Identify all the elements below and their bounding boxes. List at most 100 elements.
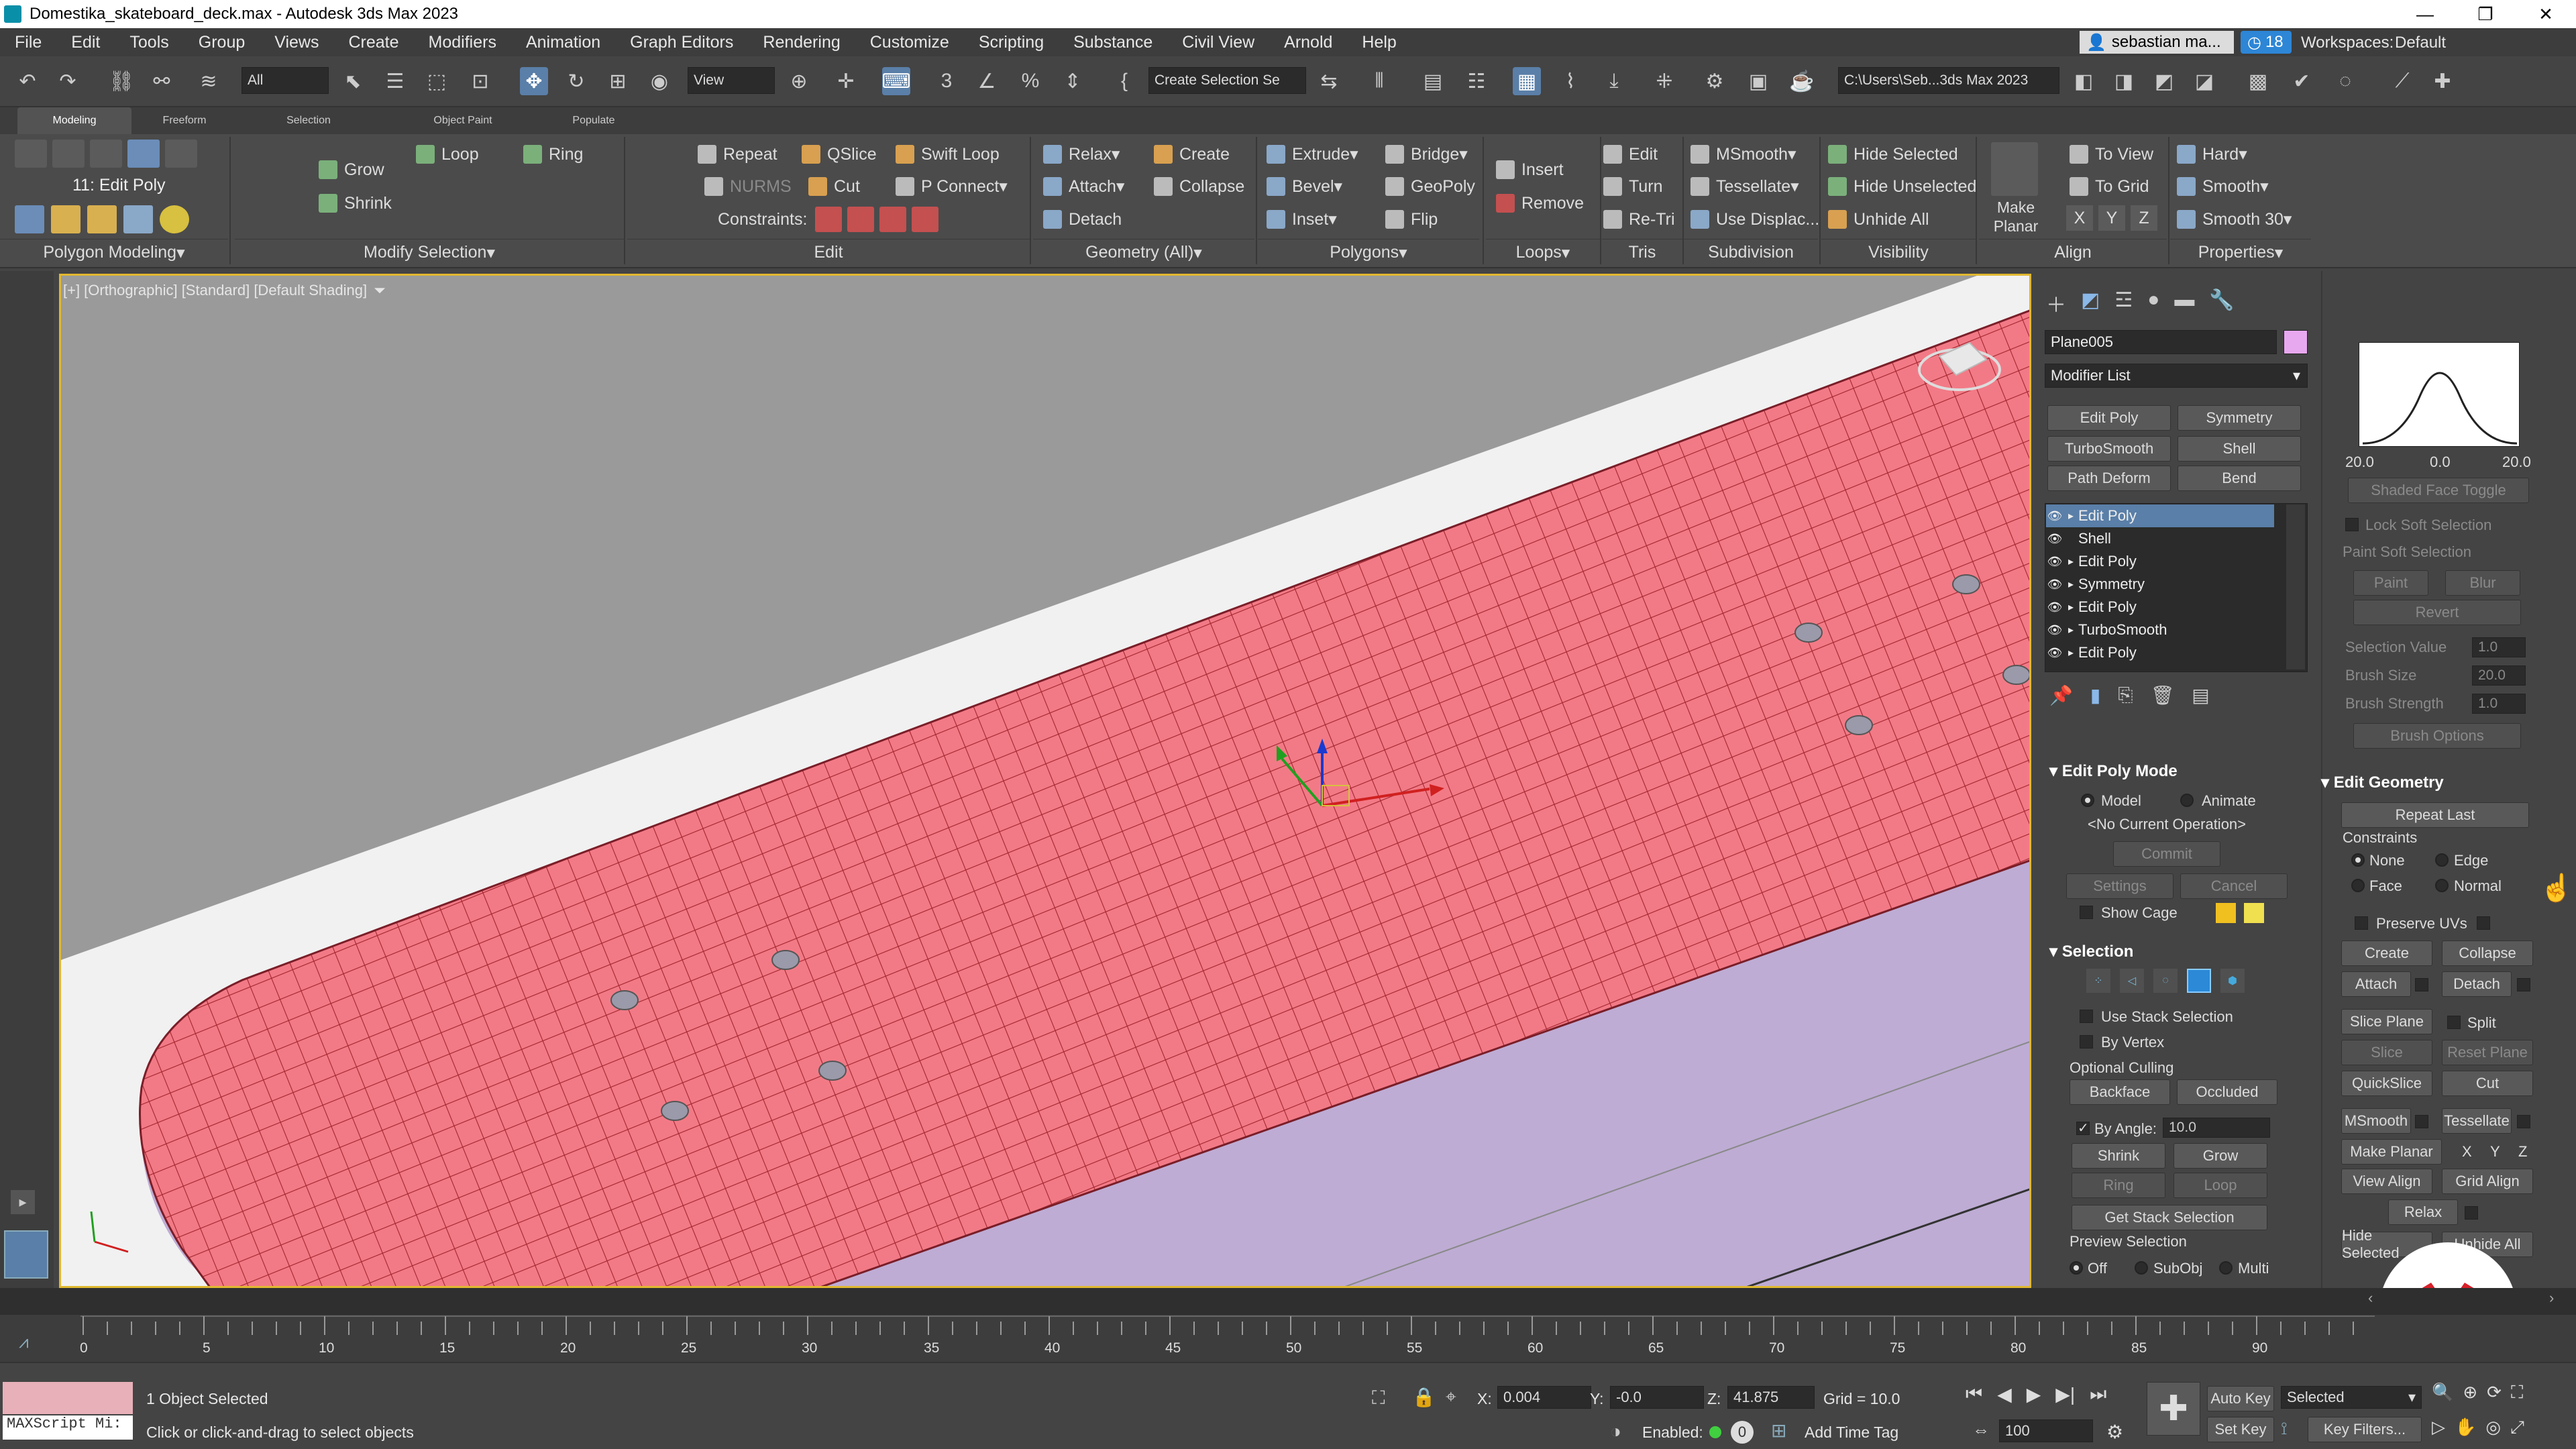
constraint-none-radio[interactable] <box>2351 853 2365 867</box>
menu-scripting[interactable]: Scripting <box>964 33 1059 52</box>
redo-icon[interactable]: ↷ <box>54 67 82 95</box>
edit-named-selection-icon[interactable]: { <box>1110 67 1138 95</box>
border-mode-icon[interactable] <box>90 140 122 168</box>
preview-off-radio[interactable] <box>2070 1261 2083 1275</box>
commit-button[interactable]: Commit <box>2113 841 2220 867</box>
stack-item[interactable]: 👁 Shell <box>2046 527 2274 550</box>
menu-tools[interactable]: Tools <box>115 33 183 52</box>
preserve-uvs-checkbox[interactable] <box>2355 916 2368 930</box>
edge-mode-icon[interactable] <box>52 140 85 168</box>
menu-arnold[interactable]: Arnold <box>1269 33 1347 52</box>
ignore-backfacing-icon[interactable] <box>15 205 44 233</box>
named-selection-dropdown[interactable]: Create Selection Se <box>1148 67 1306 94</box>
material-editor-icon[interactable]: ⁜ <box>1650 67 1678 95</box>
reference-coord-dropdown[interactable]: View <box>688 67 775 94</box>
keyboard-shortcut-icon[interactable]: ⌨ <box>881 67 911 95</box>
bind-space-warp-icon[interactable]: ≋ <box>195 67 223 95</box>
timeline-prev-icon[interactable]: ‹ <box>2368 1289 2390 1313</box>
animate-radio[interactable] <box>2180 794 2194 807</box>
tab-selection[interactable]: Selection <box>255 107 362 134</box>
curve-editor-icon[interactable]: ⌇ <box>1556 67 1585 95</box>
preview-icon[interactable] <box>87 205 117 233</box>
attach-geometry-button[interactable]: Attach <box>2341 971 2411 997</box>
show-cage-checkbox[interactable] <box>2080 906 2093 919</box>
msmooth-settings-icon[interactable] <box>2415 1115 2428 1128</box>
toolbar-extra-icon-1[interactable]: ◧ <box>2070 67 2098 95</box>
loop-selection-button[interactable]: Loop <box>2174 1173 2267 1198</box>
stack-item[interactable]: 👁 ▸ Symmetry <box>2046 573 2274 596</box>
relax-geometry-button[interactable]: Relax <box>2388 1199 2458 1225</box>
tessellate-geometry-button[interactable]: Tessellate <box>2442 1108 2512 1134</box>
edit-tris-button[interactable]: Edit <box>1603 139 1658 170</box>
selection-lock-icon[interactable]: 🔒 <box>1412 1386 1436 1408</box>
model-radio[interactable] <box>2081 794 2094 807</box>
selection-filter-dropdown[interactable]: All <box>241 67 329 94</box>
slice-plane-button[interactable]: Slice Plane <box>2341 1009 2432 1034</box>
smooth30-button[interactable]: Smooth 30 ▾ <box>2177 204 2292 235</box>
menu-graph-editors[interactable]: Graph Editors <box>615 33 748 52</box>
group-modify-selection[interactable]: Modify Selection ▾ <box>235 239 624 266</box>
create-tab-icon[interactable]: ＋ <box>2046 288 2066 318</box>
collapse-geometry-button[interactable]: Collapse <box>2442 941 2533 966</box>
relax-button[interactable]: Relax ▾ <box>1043 139 1120 170</box>
motion-tab-icon[interactable]: ● <box>2147 288 2159 318</box>
preview-multi-radio[interactable] <box>2219 1261 2233 1275</box>
remove-loop-button[interactable]: Remove <box>1496 188 1584 219</box>
stack-item[interactable]: 👁 ▸ Edit Poly <box>2046 504 2274 527</box>
remove-modifier-icon[interactable]: 🗑 <box>2151 684 2175 706</box>
ring-button[interactable]: Ring <box>523 139 583 170</box>
shrink-button[interactable]: Shrink <box>319 188 392 219</box>
check-icon[interactable]: ✔ <box>2288 67 2316 95</box>
next-frame-icon[interactable]: ▶| <box>2055 1383 2075 1405</box>
utilities-tab-icon[interactable]: 🔧 <box>2209 288 2234 318</box>
layer-explorer-icon[interactable]: ☷ <box>1462 67 1491 95</box>
p-connect-button[interactable]: P Connect ▾ <box>896 171 1008 202</box>
link-icon[interactable]: ⛓ <box>107 67 136 95</box>
flip-button[interactable]: Flip <box>1385 204 1438 235</box>
hide-selected-button[interactable]: Hide Selected <box>1828 139 1958 170</box>
modifier-bend-button[interactable]: Bend <box>2178 466 2301 491</box>
planar-z-button[interactable]: Z <box>2518 1143 2527 1161</box>
cancel-button[interactable]: Cancel <box>2180 873 2288 899</box>
orbit-subobject-icon[interactable]: ◎ <box>2485 1417 2501 1438</box>
edge-level-icon[interactable]: ◁ <box>2120 969 2144 993</box>
absolute-mode-icon[interactable]: ⌖ <box>1446 1386 1456 1408</box>
previous-frame-icon[interactable]: ◀ <box>1997 1383 2012 1405</box>
tab-object-paint[interactable]: Object Paint <box>386 107 540 134</box>
group-tris[interactable]: Tris <box>1602 239 1682 266</box>
planar-x-button[interactable]: X <box>2462 1143 2472 1161</box>
group-properties[interactable]: Properties ▾ <box>2170 239 2311 266</box>
tab-freeform[interactable]: Freeform <box>134 107 235 134</box>
use-stack-selection-checkbox[interactable] <box>2080 1010 2093 1023</box>
collapse-button[interactable]: Collapse <box>1154 171 1244 202</box>
preview-subobj-radio[interactable] <box>2135 1261 2148 1275</box>
menu-rendering[interactable]: Rendering <box>748 33 855 52</box>
constraint-face-icon[interactable] <box>879 207 906 232</box>
workspace-dropdown[interactable]: Default <box>2395 34 2569 52</box>
menu-edit[interactable]: Edit <box>56 33 115 52</box>
group-polygon-modeling[interactable]: Polygon Modeling ▾ <box>0 239 228 266</box>
menu-file[interactable]: File <box>0 33 56 52</box>
scale-icon[interactable]: ⊞ <box>604 67 632 95</box>
reset-plane-button[interactable]: Reset Plane <box>2442 1040 2533 1065</box>
field-of-view-icon[interactable]: ▷ <box>2432 1417 2445 1438</box>
angle-snap-icon[interactable]: ∠ <box>973 67 1001 95</box>
split-checkbox[interactable] <box>2447 1016 2461 1029</box>
vertex-mode-icon[interactable] <box>15 140 47 168</box>
ring-selection-button[interactable]: Ring <box>2072 1173 2165 1198</box>
retri-button[interactable]: Re-Tri <box>1603 204 1675 235</box>
mini-curve-editor-icon[interactable]: ⩘ <box>19 1332 29 1353</box>
display-tab-icon[interactable]: ▬ <box>2174 288 2194 318</box>
relax-settings-icon[interactable] <box>2465 1206 2478 1220</box>
stack-item[interactable]: 👁 ▸ Edit Poly <box>2046 550 2274 573</box>
zoom-all-icon[interactable]: ⊕ <box>2463 1382 2477 1403</box>
go-to-start-icon[interactable]: ⏮ <box>1966 1383 1982 1405</box>
msmooth-button[interactable]: MSmooth ▾ <box>1690 139 1796 170</box>
menu-help[interactable]: Help <box>1347 33 1411 52</box>
get-stack-selection-button[interactable]: Get Stack Selection <box>2072 1205 2267 1230</box>
tab-populate[interactable]: Populate <box>537 107 651 134</box>
group-edit[interactable]: Edit <box>627 239 1030 266</box>
grow-selection-button[interactable]: Grow <box>2174 1143 2267 1169</box>
modifier-shell-button[interactable]: Shell <box>2178 436 2301 462</box>
edit-geometry-rollout-header[interactable]: ▾ Edit Geometry <box>2321 773 2444 792</box>
